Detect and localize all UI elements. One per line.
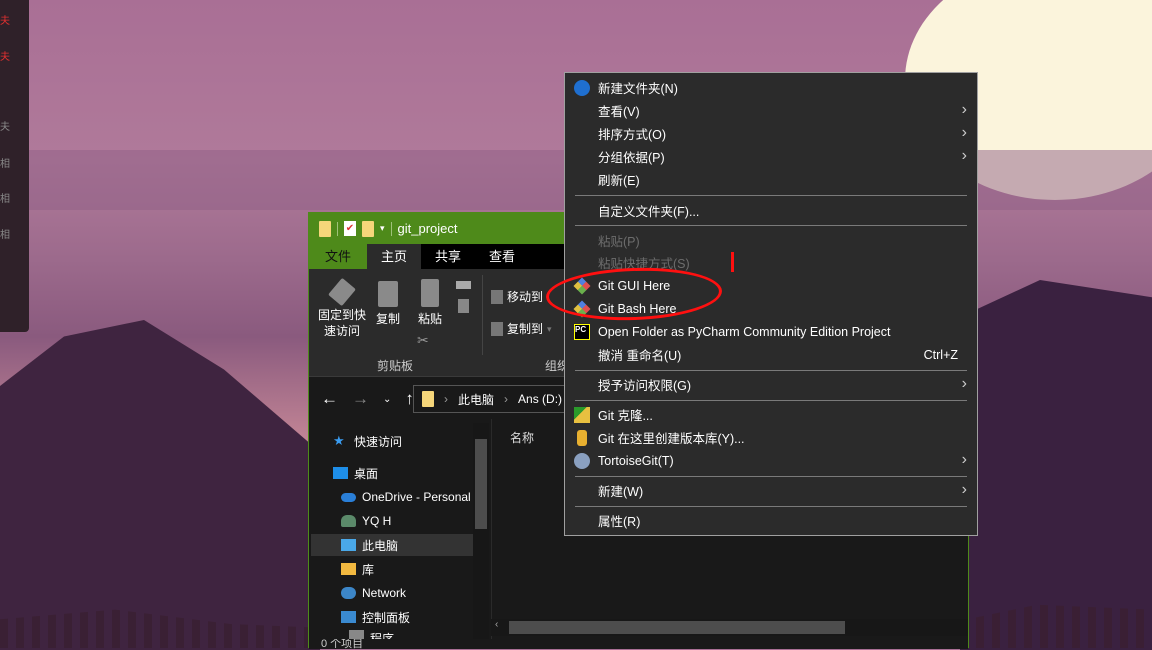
column-header-name[interactable]: 名称 [510, 429, 534, 446]
properties-icon[interactable]: ✔ [344, 221, 356, 236]
nav-scrollbar[interactable] [473, 423, 489, 639]
tab-share[interactable]: 共享 [421, 244, 475, 269]
menu-new[interactable]: 新建(W) › [565, 479, 977, 502]
menu-refresh[interactable]: 刷新(E) [565, 168, 977, 191]
control-panel-icon [341, 611, 356, 623]
chevron-right-icon: › [961, 147, 967, 164]
chevron-right-icon: › [961, 101, 967, 118]
tab-home[interactable]: 主页 [367, 244, 422, 269]
new-folder-icon [574, 80, 590, 96]
cut-icon[interactable]: ✂ [417, 332, 429, 349]
menu-new-folder[interactable]: 新建文件夹(N) [565, 76, 977, 99]
pin-quick-access-button[interactable]: 固定到快 速访问 [315, 277, 369, 339]
clipboard-icon [421, 279, 439, 307]
copy-to-icon [491, 322, 503, 336]
customize-toolbar-icon[interactable]: ▾ [380, 223, 385, 234]
breadcrumb-this-pc[interactable]: 此电脑 [458, 391, 494, 408]
menu-view[interactable]: 查看(V) › [565, 99, 977, 122]
tab-file[interactable]: 文件 [309, 244, 368, 269]
folder-icon [319, 220, 331, 237]
group-clipboard-label: 剪贴板 [377, 359, 414, 373]
move-to-button[interactable]: 移动到 [491, 289, 543, 305]
copy-button[interactable]: 复制 [373, 281, 403, 327]
chevron-right-icon: › [961, 124, 967, 141]
background-hill [0, 320, 320, 650]
move-to-icon [491, 290, 503, 304]
library-icon [341, 563, 356, 575]
menu-group-by[interactable]: 分组依据(P) › [565, 145, 977, 168]
menu-give-access[interactable]: 授予访问权限(G) › [565, 373, 977, 396]
menu-undo-rename[interactable]: 撤消 重命名(U) Ctrl+Z [565, 343, 977, 366]
computer-icon [341, 539, 356, 551]
nav-desktop[interactable]: 桌面 [333, 462, 495, 484]
nav-this-pc[interactable]: 此电脑 [311, 534, 473, 556]
menu-tortoisegit[interactable]: TortoiseGit(T) › [565, 449, 977, 472]
navigation-pane: ★ 快速访问 桌面 OneDrive - Personal YQ H 此电脑 库 … [309, 423, 489, 640]
menu-sort-by[interactable]: 排序方式(O) › [565, 122, 977, 145]
network-icon [341, 587, 356, 599]
breadcrumb-drive[interactable]: Ans (D:) [518, 392, 562, 406]
git-create-repo-icon [577, 430, 587, 446]
desktop-icon [333, 467, 348, 479]
red-annotation-mark [731, 252, 734, 272]
cloud-icon [341, 492, 356, 502]
forward-button[interactable]: → [352, 389, 369, 409]
window-title: git_project [397, 221, 458, 236]
copy-icon [378, 281, 398, 307]
new-folder-quick-icon[interactable] [362, 220, 374, 237]
paste-shortcut-icon[interactable] [458, 299, 469, 313]
folder-icon [422, 391, 434, 407]
user-icon [341, 515, 356, 527]
menu-git-clone[interactable]: Git 克隆... [565, 403, 977, 426]
menu-git-create-repo[interactable]: Git 在这里创建版本库(Y)... [565, 426, 977, 449]
nav-quick-access[interactable]: ★ 快速访问 [333, 430, 495, 452]
star-icon: ★ [333, 433, 345, 448]
chevron-right-icon: › [961, 451, 967, 468]
background-hill [960, 280, 1152, 650]
paste-button[interactable]: 粘贴 [415, 279, 445, 327]
scrollbar-thumb[interactable] [509, 621, 845, 634]
back-button[interactable]: ← [321, 389, 338, 409]
menu-properties[interactable]: 属性(R) [565, 509, 977, 532]
copy-path-icon[interactable] [456, 281, 471, 289]
menu-paste[interactable]: 粘贴(P) [565, 229, 977, 252]
copy-to-button[interactable]: 复制到 ▾ [491, 321, 552, 337]
tab-view[interactable]: 查看 [475, 244, 529, 269]
pin-icon [328, 277, 356, 307]
menu-customize-folder[interactable]: 自定义文件夹(F)... [565, 199, 977, 222]
chevron-right-icon: › [961, 375, 967, 392]
file-list-hscrollbar[interactable]: ‹ [491, 619, 968, 636]
pycharm-icon: PC [574, 324, 590, 340]
nav-onedrive[interactable]: OneDrive - Personal [341, 486, 473, 508]
chevron-right-icon: › [961, 481, 967, 498]
recent-locations-button[interactable]: ⌄ [383, 394, 391, 405]
git-clone-icon [574, 407, 590, 423]
scrollbar-thumb[interactable] [475, 439, 487, 529]
tortoisegit-icon [574, 453, 590, 469]
menu-open-pycharm[interactable]: PC Open Folder as PyCharm Community Editi… [565, 320, 977, 343]
background-window-edge: 夫夫夫相相相 [0, 0, 29, 332]
